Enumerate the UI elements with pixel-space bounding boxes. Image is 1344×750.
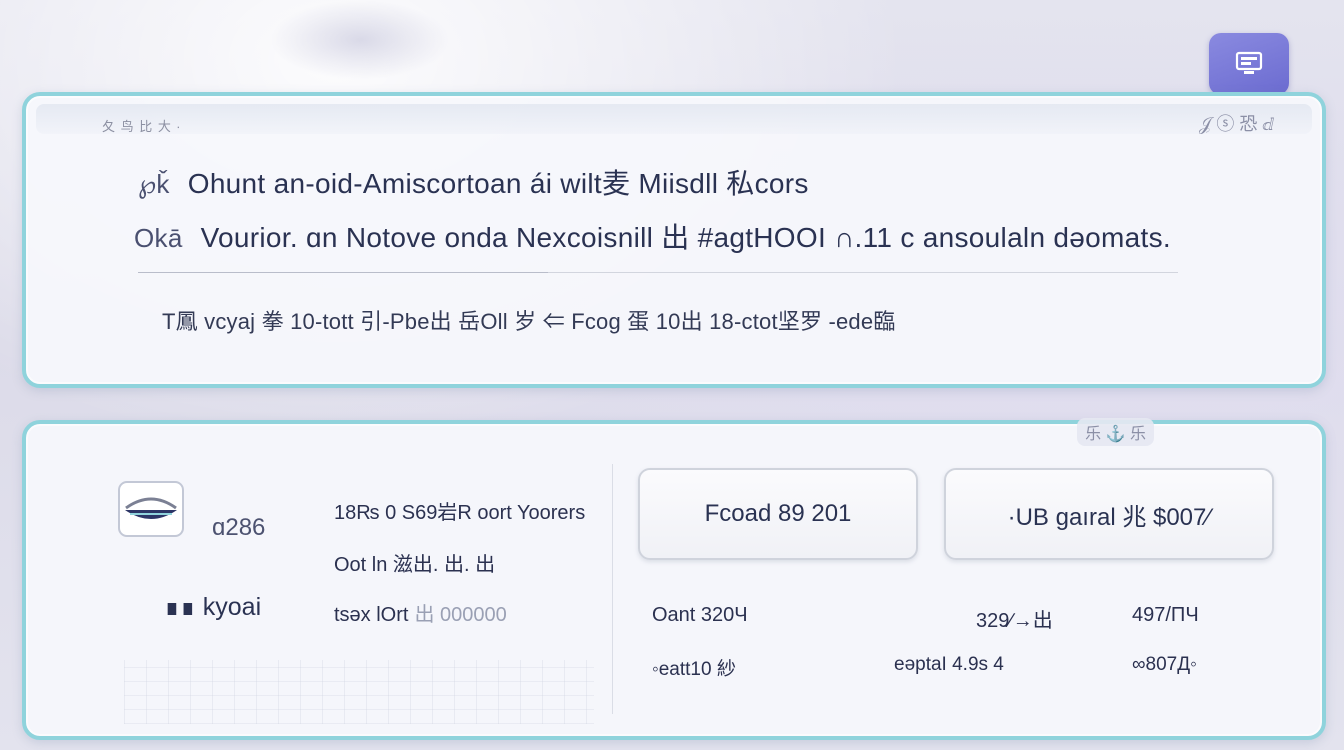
fare-cell: 497/ΠЧ: [1132, 604, 1199, 626]
booking-detail-1: 18₨ 0 S69岩R oort Yoorers: [334, 502, 586, 524]
panel-header-text: 夂 鸟 比 大 ∙: [102, 119, 182, 134]
passenger-code: ɑ286: [212, 514, 266, 541]
panel-header-badge: 𝒥 ⓢ 恐 ⅆ: [1199, 114, 1274, 134]
line-2-tag: Okā: [134, 223, 183, 253]
fare-cell: eəptaI 4.9s 4: [894, 654, 1004, 675]
booking-detail-3-main: tsǝx lOrt: [334, 604, 409, 626]
fare-cell: Oant 320Ч: [652, 604, 748, 626]
total-option-button[interactable]: ·UB gaıral 兆 $007⁄: [944, 468, 1274, 560]
fare-cell: ∞807Д◦: [1132, 654, 1197, 675]
monitor-icon: [1235, 51, 1263, 74]
reference-line-1: ℘ǩ Ohunt an-oid-Amiscortoan ái wilt麦 Miis…: [134, 162, 809, 202]
line-1-text: Ohunt an-oid-Amiscortoan ái wilt麦 Miisdl…: [187, 168, 809, 199]
panel-header-strip: [36, 104, 1312, 134]
reference-line-2: Okā Vourior. ɑn Notove onda Nexcoisnill 出…: [134, 216, 1171, 256]
divider-accent: [138, 272, 548, 273]
fare-option-button[interactable]: Fcoad 89 201: [638, 468, 918, 560]
line-2-text: Vourior. ɑn Notove onda Nexcoisnill 出 #a…: [200, 222, 1171, 253]
panel-badge: 乐 ⚓ 乐: [1077, 418, 1154, 446]
booking-detail-2: Oot ln 滋出. 出. 出: [334, 554, 496, 576]
reference-panel: 夂 鸟 比 大 ∙ 𝒥 ⓢ 恐 ⅆ ℘ǩ Ohunt an-oid-Amiscor…: [22, 92, 1326, 388]
ferry-icon: [118, 481, 184, 537]
column-separator: [612, 464, 613, 714]
booking-detail-3-number: 出 000000: [414, 604, 507, 626]
line-1-tag: ℘ǩ: [138, 169, 170, 199]
passenger-name: ∎∎ kyoai: [164, 593, 262, 621]
fare-cell: ◦eatt10 紗: [652, 659, 736, 680]
fare-cell: 329∕→出: [976, 610, 1053, 632]
screen-icon[interactable]: [1209, 33, 1289, 95]
trip-meta-line: T鳳 vcyaj 拳 10-tott 引-Pbe出 岳Oll 岁 ⇐ Fcog …: [162, 309, 896, 334]
background-decoration: [270, 0, 450, 80]
faded-table: [124, 660, 594, 724]
booking-detail-3: tsǝx lOrt 出 000000: [334, 598, 507, 627]
booking-panel: 乐 ⚓ 乐 ɑ286 ∎∎ kyoai 18₨ 0 S69岩R oort Yoo…: [22, 418, 1326, 740]
